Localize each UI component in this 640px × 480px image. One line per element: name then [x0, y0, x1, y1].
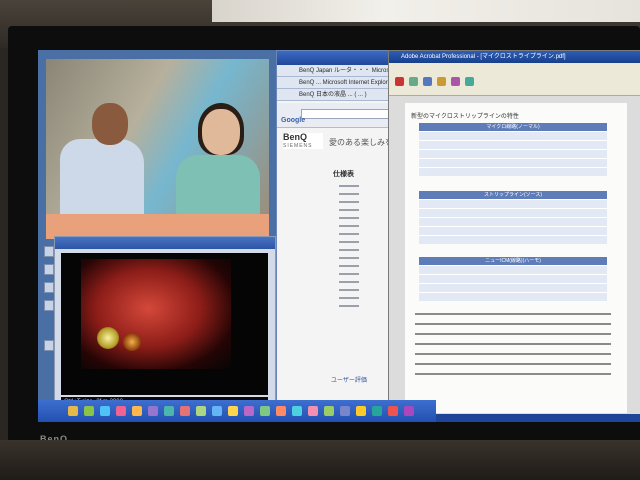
spec-menu-item[interactable]	[339, 217, 359, 219]
desktop-icon[interactable]	[44, 282, 54, 293]
user-review-link[interactable]: ユーザー評価	[331, 375, 367, 384]
table-row	[419, 140, 607, 149]
red-glow	[81, 259, 231, 369]
spec-menu-item[interactable]	[339, 249, 359, 251]
pdf-text-line	[415, 363, 611, 365]
yellow-lamp	[97, 327, 119, 349]
spec-menu-item[interactable]	[339, 297, 359, 299]
table-row	[419, 199, 607, 208]
table-row	[419, 149, 607, 158]
taskbar-app-icon[interactable]	[404, 406, 414, 416]
pdf-text-line	[415, 323, 611, 325]
tv-video-window[interactable]	[46, 59, 269, 239]
desktop-icon[interactable]	[44, 300, 54, 311]
pdf-heading: 新型のマイクロストリップラインの特性	[411, 114, 519, 120]
window-light	[212, 0, 640, 22]
desktop-icon[interactable]	[44, 340, 54, 351]
spec-heading: 仕様表	[333, 171, 354, 178]
man-figure	[60, 139, 144, 217]
taskbar-app-icon[interactable]	[244, 406, 254, 416]
table-row	[419, 292, 607, 301]
spec-menu-item[interactable]	[339, 209, 359, 211]
spec-menu-item[interactable]	[339, 225, 359, 227]
table-row	[419, 158, 607, 167]
spec-menu-item[interactable]	[339, 241, 359, 243]
benq-logo[interactable]: BenQ SIEMENS	[283, 133, 323, 149]
print-icon[interactable]	[423, 77, 432, 86]
taskbar-app-icon[interactable]	[292, 406, 302, 416]
acrobat-window[interactable]: Adobe Acrobat Professional - [マイクロストライプラ…	[388, 50, 640, 418]
table-row	[419, 167, 607, 176]
table-row	[419, 131, 607, 140]
sign-icon[interactable]	[451, 77, 460, 86]
taskbar-app-icon[interactable]	[180, 406, 190, 416]
taskbar-app-icon[interactable]	[68, 406, 78, 416]
siemens-subtext: SIEMENS	[283, 143, 313, 149]
table-row	[419, 283, 607, 292]
player-video	[61, 253, 268, 395]
spec-menu-item[interactable]	[339, 265, 359, 267]
taskbar-app-icon[interactable]	[116, 406, 126, 416]
desktop-screen: Ctrl+T size=2f m 2000 BenQ Japan ルータ・・・ …	[38, 50, 640, 422]
pdf-text-line	[415, 313, 611, 315]
taskbar-app-icon[interactable]	[260, 406, 270, 416]
taskbar-app-icon[interactable]	[308, 406, 318, 416]
table-header: マイクロ線路(ノーマル)	[419, 123, 607, 131]
pdf-text-line	[415, 353, 611, 355]
taskbar-app-icon[interactable]	[212, 406, 222, 416]
spec-menu-item[interactable]	[339, 289, 359, 291]
spec-menu-item[interactable]	[339, 193, 359, 195]
spec-menu-item[interactable]	[339, 185, 359, 187]
table-row	[419, 235, 607, 244]
taskbar-app-icon[interactable]	[148, 406, 158, 416]
taskbar-tray	[436, 414, 640, 422]
taskbar-app-icon[interactable]	[84, 406, 94, 416]
taskbar-app-icon[interactable]	[324, 406, 334, 416]
table-row	[419, 226, 607, 235]
pdf-text-line	[415, 343, 611, 345]
table-header: ストリップライン(ソース)	[419, 191, 607, 199]
desktop-icon[interactable]	[44, 264, 54, 275]
taskbar-app-icon[interactable]	[164, 406, 174, 416]
spec-menu-item[interactable]	[339, 233, 359, 235]
pdf-icon[interactable]	[395, 77, 404, 86]
table-header: ニューICM(線路)(ハーモ)	[419, 257, 607, 265]
zoom-icon[interactable]	[465, 77, 474, 86]
desktop-icon[interactable]	[44, 246, 54, 257]
spec-menu-item[interactable]	[339, 305, 359, 307]
taskbar-app-icon[interactable]	[196, 406, 206, 416]
taskbar-app-icon[interactable]	[228, 406, 238, 416]
woman-figure	[176, 155, 260, 217]
woman-head	[202, 109, 240, 155]
desk	[0, 440, 640, 480]
taskbar-app-icon[interactable]	[356, 406, 366, 416]
taskbar-app-icon[interactable]	[100, 406, 110, 416]
man-head	[92, 103, 128, 145]
search-icon[interactable]	[437, 77, 446, 86]
page-heading: 愛のある楽しみを	[329, 138, 393, 147]
taskbar-app-icon[interactable]	[388, 406, 398, 416]
table-row	[419, 265, 607, 274]
taskbar-app-icon[interactable]	[340, 406, 350, 416]
taskbar-app-icon[interactable]	[132, 406, 142, 416]
orange-lamp	[123, 333, 141, 351]
taskbar-app-icon[interactable]	[276, 406, 286, 416]
spec-menu-item[interactable]	[339, 257, 359, 259]
table-row	[419, 217, 607, 226]
media-player-window[interactable]: Ctrl+T size=2f m 2000	[54, 236, 276, 422]
pdf-text-line	[415, 373, 611, 375]
save-icon[interactable]	[409, 77, 418, 86]
table-row	[419, 274, 607, 283]
acrobat-menubar[interactable]	[389, 63, 640, 73]
spec-menu-item[interactable]	[339, 273, 359, 275]
table-row	[419, 208, 607, 217]
player-titlebar[interactable]	[55, 237, 275, 249]
pdf-text-line	[415, 333, 611, 335]
taskbar-app-icon[interactable]	[372, 406, 382, 416]
spec-menu-item[interactable]	[339, 201, 359, 203]
spec-menu-item[interactable]	[339, 281, 359, 283]
acrobat-titlebar[interactable]: Adobe Acrobat Professional - [マイクロストライプラ…	[389, 51, 640, 63]
google-toolbar-label[interactable]: Google	[281, 117, 305, 124]
benq-logo-text: BenQ	[283, 132, 308, 142]
